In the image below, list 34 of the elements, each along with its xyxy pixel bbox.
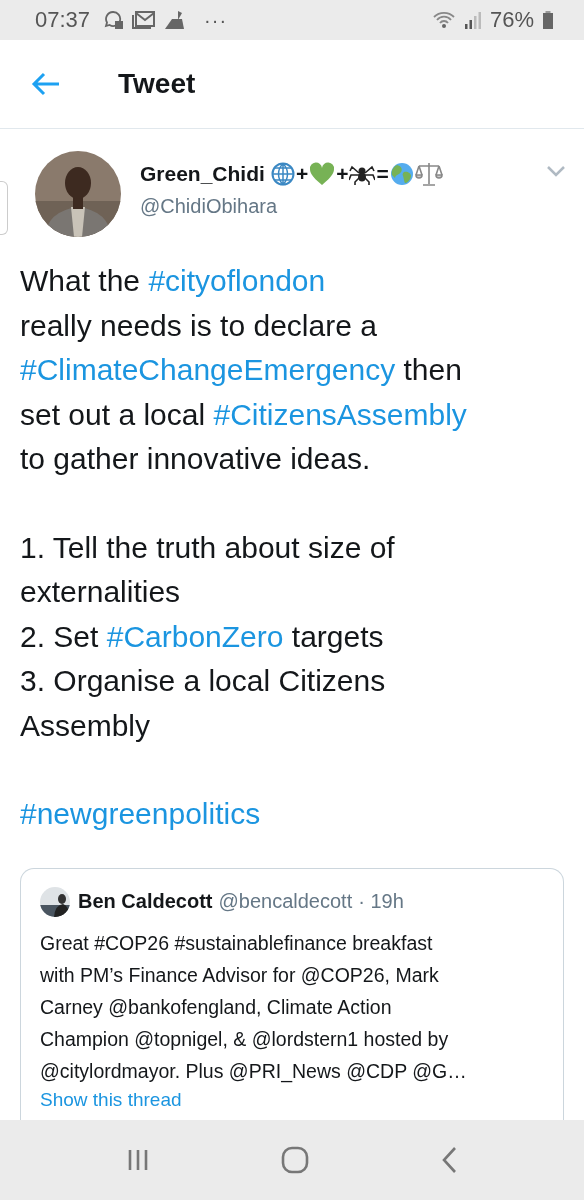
heart-icon — [309, 162, 336, 186]
author-handle[interactable]: @ChidiObihara — [140, 195, 443, 218]
tweet-text: What the #cityoflondon really needs is to declare a #ClimateChangeEmergency then set out a local #CitizensAssembly to gather innovative ideas. — [20, 263, 468, 477]
signal-icon — [463, 10, 482, 30]
quoted-author-handle: @bencaldecott — [218, 890, 353, 913]
wifi-icon — [431, 10, 456, 30]
chat-icon — [104, 10, 125, 30]
hashtag-link[interactable]: #CarbonZero — [106, 619, 284, 653]
back-arrow-icon[interactable] — [31, 72, 61, 96]
quoted-time: · 19h — [358, 890, 404, 913]
earth-icon — [389, 162, 414, 186]
quoted-tweet-text: Great #COP26 #sustainablefinance breakfast with PM’s Finance Advisor for @COP26, Mark Carney @bankofengland, Climate Action Champion @topnigel, & @lordstern1 hosted by @citylordmayor. Plus @PRI_News @CDP @G… — [40, 930, 468, 1085]
hashtag-link[interactable]: #ClimateChangeEmergency — [20, 353, 396, 386]
hashtag-link[interactable]: #newgreenpolitics — [20, 797, 261, 830]
home-icon[interactable] — [281, 1146, 309, 1174]
chevron-down-icon[interactable] — [546, 165, 566, 177]
show-thread-link[interactable]: Show this thread — [40, 1088, 182, 1111]
name-symbol: + — [336, 162, 349, 186]
battery-percent: 76% — [489, 7, 534, 33]
page-title: Tweet — [118, 68, 196, 100]
quoted-author-name: Ben Caldecott — [78, 890, 213, 913]
back-icon[interactable] — [440, 1146, 459, 1174]
name-symbol: + — [295, 162, 309, 186]
mail-icon — [132, 10, 157, 30]
name-symbol: = — [376, 162, 389, 186]
scales-icon — [414, 161, 443, 187]
author-name[interactable]: Green_Chidi — [140, 162, 265, 186]
tweet-text: 1. Tell the truth about size of externalities 2. Set #CarbonZero targets 3. Organise a local Citizens Assembly — [20, 529, 396, 744]
globe-icon — [270, 162, 295, 186]
battery-icon — [542, 10, 554, 30]
more-notifications: ··· — [204, 8, 228, 32]
hashtag-link[interactable]: #CitizensAssembly — [213, 397, 467, 431]
status-time: 07:37 — [35, 7, 91, 33]
hashtag-link[interactable]: #cityoflondon — [148, 264, 326, 297]
